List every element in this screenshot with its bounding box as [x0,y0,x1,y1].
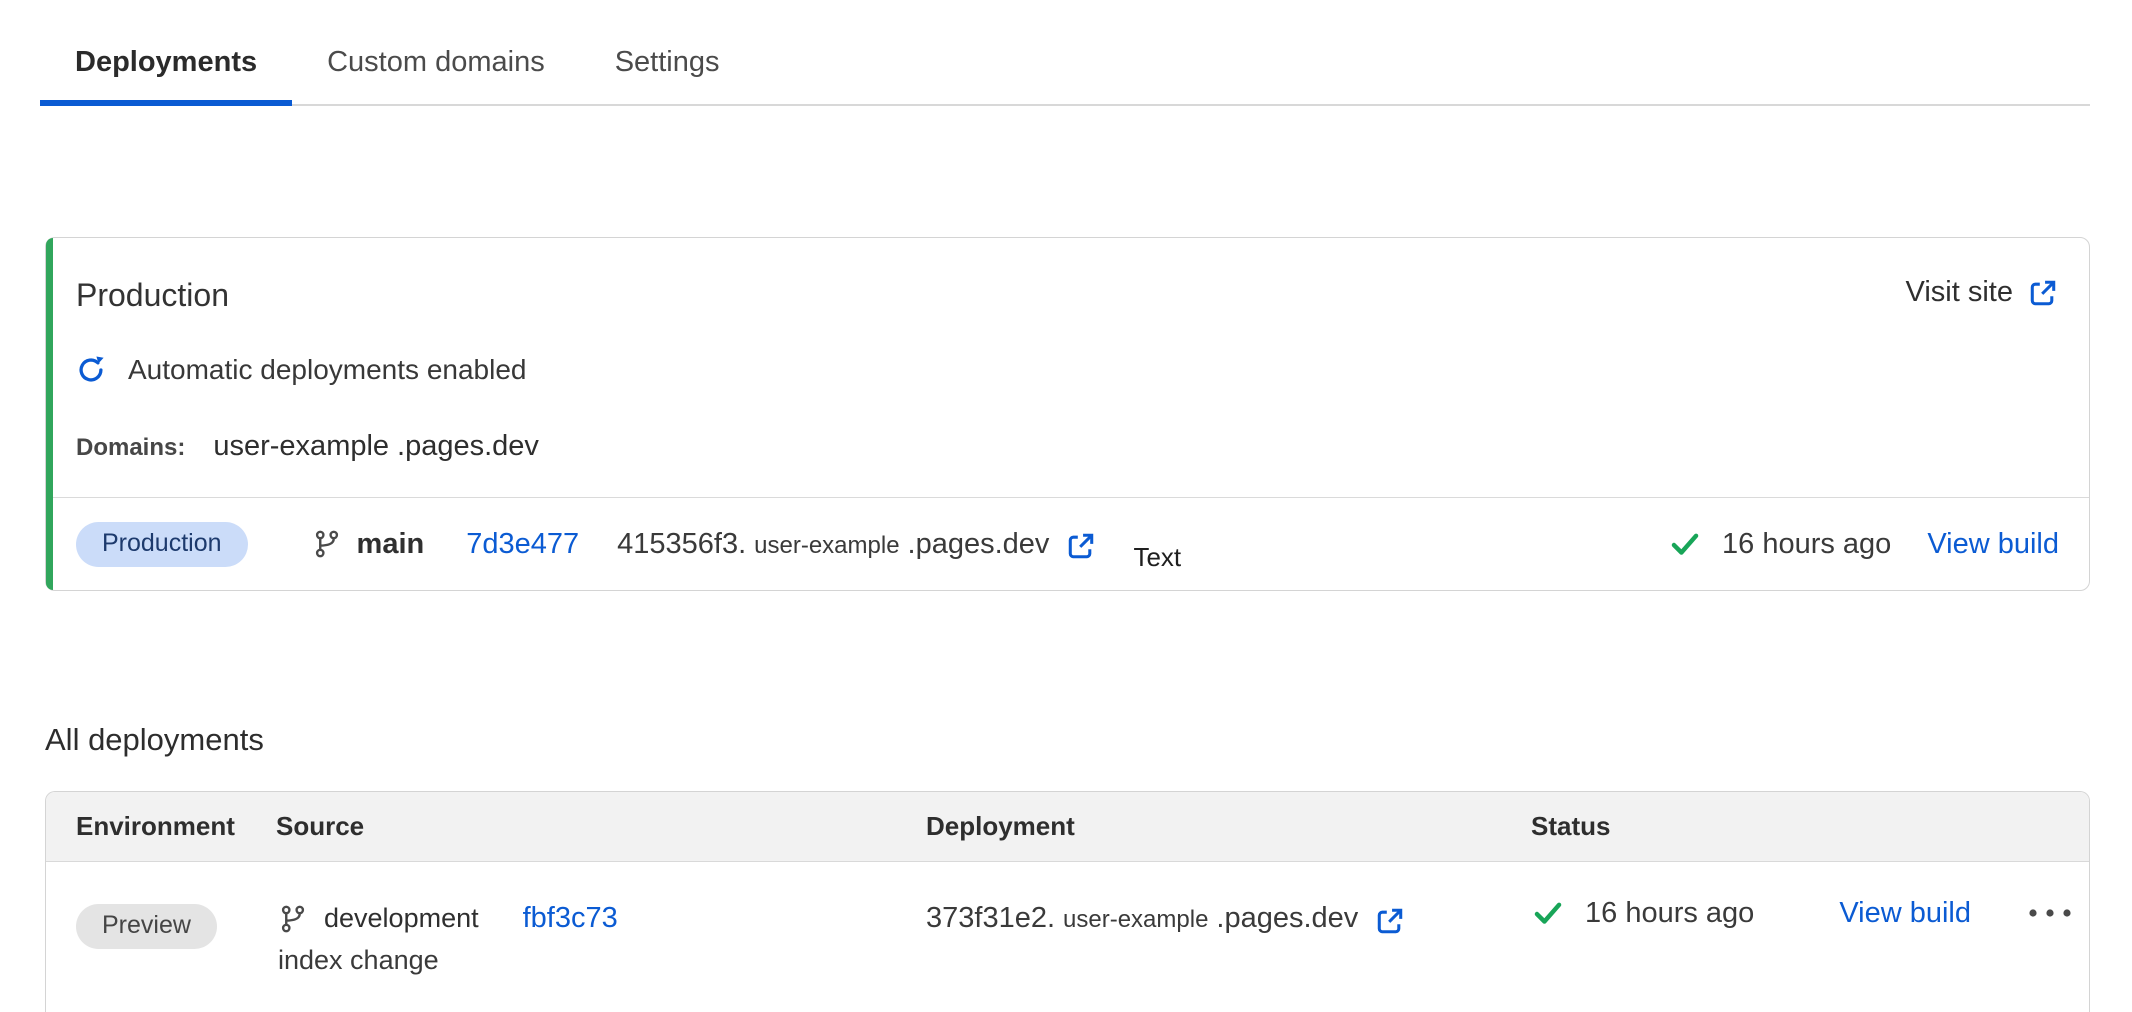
production-card-body: Production Visit site [46,238,2089,498]
deployment-domain: user-example [754,532,899,560]
git-branch-icon [312,529,342,559]
domains-row: Domains: user-example .pages.dev [76,430,2059,463]
tab-custom-domains[interactable]: Custom domains [292,20,580,106]
production-card-header: Production Visit site [76,276,2059,314]
page-content: Production Visit site [45,237,2090,1012]
visit-site-link[interactable]: Visit site [1906,276,2059,309]
branch-name: main [357,528,425,561]
external-link-icon[interactable] [1065,530,1097,562]
deployment-subdomain: 415356f3. [617,528,746,561]
view-build-link[interactable]: View build [1839,897,1971,930]
status-inner: 16 hours ago View build [1531,896,2073,930]
check-icon [1531,896,1565,930]
commit-hash-link[interactable]: fbf3c73 [523,902,618,935]
external-link-icon [2027,277,2059,309]
deployment-url: 415356f3. user-example .pages.dev [617,528,1097,561]
deployment-subdomain: 373f31e2. [926,902,1055,935]
deployment-url: 373f31e2. user-example .pages.dev [926,902,1406,935]
production-deployment-row: Production main 7d3e477 415356f3. user-e… [46,498,2089,590]
automatic-deployments-row: Automatic deployments enabled [76,354,2059,386]
more-options-icon[interactable] [2027,907,2073,919]
status-time: 16 hours ago [1585,897,1754,930]
column-header-status: Status [1531,811,2073,842]
refresh-icon [76,355,106,385]
production-status-group: 16 hours ago View build [1668,527,2059,561]
commit-message: index change [278,945,926,976]
check-icon [1668,527,1702,561]
domains-label: Domains: [76,434,185,462]
visit-site-label: Visit site [1906,276,2013,309]
tab-settings[interactable]: Settings [580,20,755,106]
table-row: Preview development fbf3c73 ind [46,862,2089,1012]
production-title: Production [76,276,229,314]
deployment-domain: user-example [1063,906,1208,934]
tab-deployments[interactable]: Deployments [40,20,292,106]
note-label: Text [1133,542,1181,573]
source-cell: development fbf3c73 index change [276,862,926,1012]
automatic-deployments-text: Automatic deployments enabled [128,354,526,386]
production-card: Production Visit site [45,237,2090,591]
status-time: 16 hours ago [1722,528,1891,561]
commit-hash-link[interactable]: 7d3e477 [466,528,579,561]
deployment-suffix: .pages.dev [908,528,1050,561]
deployment-suffix: .pages.dev [1216,902,1358,935]
tab-bar: Deployments Custom domains Settings [40,20,2090,106]
all-deployments-heading: All deployments [45,721,2090,759]
external-link-icon[interactable] [1374,905,1406,937]
card-accent-bar [46,238,53,590]
view-build-link[interactable]: View build [1927,528,2059,561]
environment-badge-production: Production [76,522,248,567]
environment-cell: Preview [76,862,276,1012]
branch-group: main [312,528,425,561]
domain-suffix: .pages.dev [397,430,539,463]
deployments-table: Environment Source Deployment Status Pre… [45,791,2090,1012]
deployment-cell: 373f31e2. user-example .pages.dev [926,862,1531,1012]
status-cell: 16 hours ago View build [1531,862,2073,1012]
branch-name: development [324,903,479,934]
column-header-environment: Environment [76,811,276,842]
git-branch-icon [278,904,308,934]
column-header-deployment: Deployment [926,811,1531,842]
table-header-row: Environment Source Deployment Status [46,792,2089,862]
environment-badge-preview: Preview [76,904,217,949]
domain-name: user-example [213,430,389,463]
column-header-source: Source [276,811,926,842]
source-branch-line: development fbf3c73 [276,902,926,935]
